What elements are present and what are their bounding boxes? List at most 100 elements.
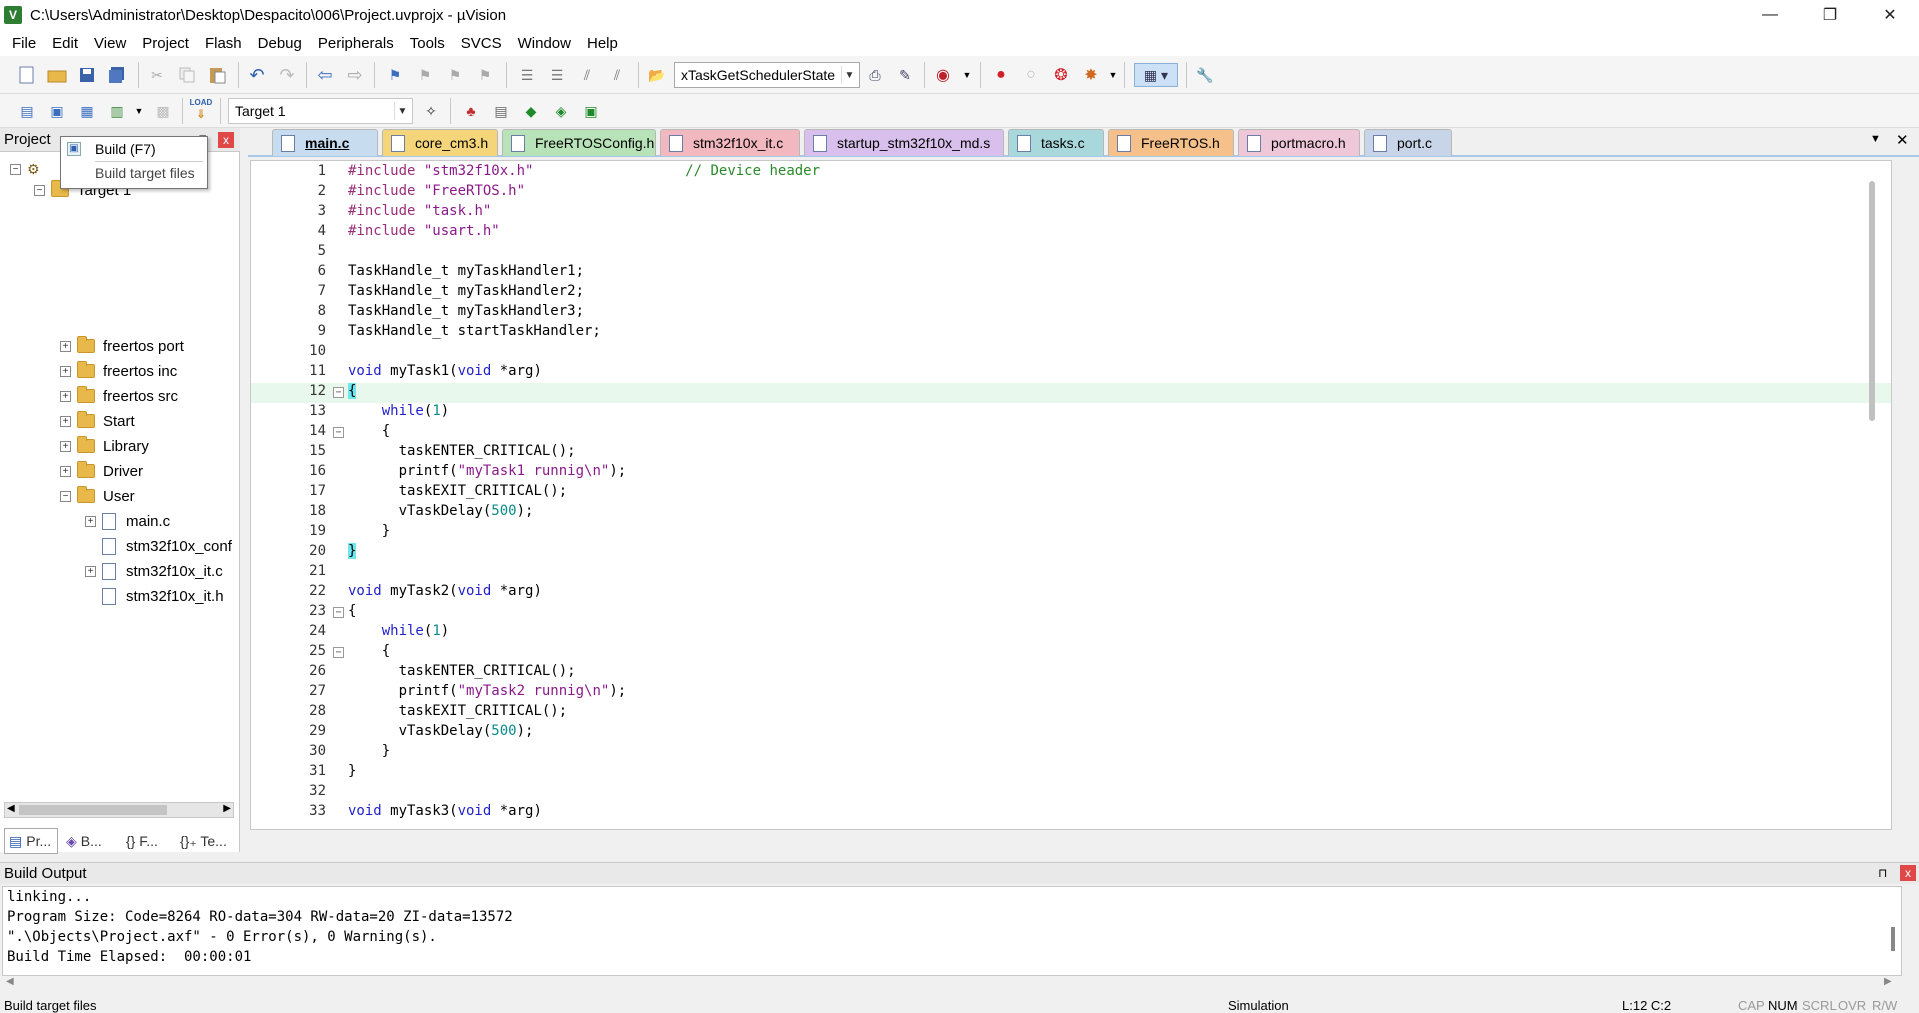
tab-port-c[interactable]: port.c: [1364, 129, 1452, 156]
expand-icon[interactable]: +: [60, 390, 71, 402]
open-folder-icon[interactable]: [46, 64, 68, 86]
tree-group-freertos-inc[interactable]: + freertos inc: [60, 360, 177, 382]
clear-bookmarks-icon[interactable]: ⚑: [474, 64, 496, 86]
previous-bookmark-icon[interactable]: ⚑: [414, 64, 436, 86]
chevron-down-icon[interactable]: ▼: [841, 66, 857, 84]
copy-icon[interactable]: [176, 64, 198, 86]
maximize-button[interactable]: ❐: [1800, 0, 1860, 30]
window-layout-icon[interactable]: ▦ ▾: [1134, 63, 1178, 87]
close-button[interactable]: ✕: [1860, 0, 1919, 30]
menu-file[interactable]: File: [4, 35, 44, 52]
tab-stm32f10x-it-c[interactable]: stm32f10x_it.c: [660, 129, 800, 156]
tab-project[interactable]: ▤ Pr...: [4, 828, 58, 854]
target-combo[interactable]: Target 1 ▼: [228, 98, 413, 124]
tree-file-main-c[interactable]: + main.c: [85, 510, 170, 532]
expand-icon[interactable]: +: [60, 465, 71, 477]
save-all-icon[interactable]: [106, 64, 128, 86]
menu-project[interactable]: Project: [134, 35, 197, 52]
close-icon[interactable]: x: [218, 132, 234, 148]
chevron-down-icon[interactable]: ▼: [394, 102, 410, 120]
menu-debug[interactable]: Debug: [250, 35, 310, 52]
insert-bookmark-icon[interactable]: ⚑: [384, 64, 406, 86]
tree-root-row[interactable]: − ⚙: [10, 158, 40, 180]
fold-collapse-icon[interactable]: −: [333, 427, 344, 438]
tab-functions[interactable]: {} F...: [122, 828, 176, 854]
menu-help[interactable]: Help: [579, 35, 626, 52]
scroll-right-icon[interactable]: ▶: [1884, 976, 1892, 987]
incremental-find-icon[interactable]: ✎: [894, 64, 916, 86]
menu-edit[interactable]: Edit: [44, 35, 86, 52]
tree-file-stm32f10x-it-c[interactable]: + stm32f10x_it.c: [85, 560, 223, 582]
disable-breakpoints-icon[interactable]: ❂: [1050, 64, 1072, 86]
uncomment-icon[interactable]: ⫽: [606, 64, 628, 86]
tab-books[interactable]: ◈ B...: [62, 828, 116, 854]
manage-project-items-icon[interactable]: ♣: [460, 100, 482, 122]
new-file-icon[interactable]: [16, 64, 38, 86]
tab-freertosconfig-h[interactable]: FreeRTOSConfig.h: [502, 129, 656, 156]
expand-icon[interactable]: +: [60, 365, 71, 377]
cut-icon[interactable]: ✂: [146, 64, 168, 86]
download-load-icon[interactable]: LOAD ⇓: [190, 98, 213, 121]
tab-templates[interactable]: {}₊ Te...: [176, 828, 238, 854]
undo-icon[interactable]: ↶: [246, 64, 268, 86]
expand-icon[interactable]: +: [85, 565, 96, 577]
tab-tasks-c[interactable]: tasks.c: [1008, 129, 1104, 156]
tab-freertos-h[interactable]: FreeRTOS.h: [1108, 129, 1234, 156]
pack-installer-icon[interactable]: ▣: [580, 100, 602, 122]
tree-group-user[interactable]: − User: [60, 485, 135, 507]
rebuild-icon[interactable]: ▦: [76, 100, 98, 122]
fold-collapse-icon[interactable]: −: [333, 387, 344, 398]
tab-main-c[interactable]: main.c: [272, 129, 378, 156]
translate-icon[interactable]: ▤: [16, 100, 38, 122]
tab-list-dropdown-icon[interactable]: ▼: [1870, 133, 1881, 145]
menu-flash[interactable]: Flash: [197, 35, 250, 52]
function-combo[interactable]: xTaskGetSchedulerState ▼: [674, 62, 860, 88]
tree-group-driver[interactable]: + Driver: [60, 460, 143, 482]
vertical-scrollbar-thumb[interactable]: [1869, 181, 1875, 421]
collapse-icon[interactable]: −: [34, 184, 45, 196]
find-icon[interactable]: ⎙: [864, 64, 886, 86]
paste-icon[interactable]: [206, 64, 228, 86]
fold-collapse-icon[interactable]: −: [333, 607, 344, 618]
scroll-left-icon[interactable]: ◀: [6, 976, 14, 987]
tree-group-freertos-src[interactable]: + freertos src: [60, 385, 178, 407]
tab-startup-stm32f10x-md-s[interactable]: startup_stm32f10x_md.s: [804, 129, 1004, 156]
menu-svcs[interactable]: SVCS: [453, 35, 510, 52]
unindent-icon[interactable]: ☰: [546, 64, 568, 86]
expand-icon[interactable]: +: [60, 440, 71, 452]
tree-file-stm32f10x-conf[interactable]: stm32f10x_conf: [102, 535, 232, 557]
collapse-icon[interactable]: −: [60, 490, 71, 502]
expand-icon[interactable]: +: [60, 415, 71, 427]
navigate-back-icon[interactable]: ⇦: [314, 64, 336, 86]
next-bookmark-icon[interactable]: ⚑: [444, 64, 466, 86]
kill-breakpoints-icon[interactable]: ✸: [1080, 64, 1102, 86]
tree-file-stm32f10x-it-h[interactable]: stm32f10x_it.h: [102, 585, 224, 607]
configure-wrench-icon[interactable]: 🔧: [1194, 64, 1216, 86]
enable-breakpoint-icon[interactable]: ○: [1020, 64, 1042, 86]
find-in-files-icon[interactable]: 📂: [646, 64, 668, 86]
tree-group-freertos-port[interactable]: + freertos port: [60, 335, 184, 357]
tree-group-library[interactable]: + Library: [60, 435, 149, 457]
menu-window[interactable]: Window: [510, 35, 579, 52]
manage-run-time-icon[interactable]: ◆: [520, 100, 542, 122]
debug-session-icon[interactable]: ◉: [932, 64, 954, 86]
horizontal-scrollbar[interactable]: ◀ ▶: [4, 802, 234, 818]
fold-collapse-icon[interactable]: −: [333, 647, 344, 658]
menu-view[interactable]: View: [86, 35, 134, 52]
redo-icon[interactable]: ↷: [276, 64, 298, 86]
insert-breakpoint-icon[interactable]: ●: [990, 64, 1012, 86]
tree-group-start[interactable]: + Start: [60, 410, 135, 432]
scroll-left-icon[interactable]: ◀: [7, 803, 15, 814]
save-icon[interactable]: [76, 64, 98, 86]
manage-multi-project-icon[interactable]: ▤: [490, 100, 512, 122]
select-packs-icon[interactable]: ◈: [550, 100, 572, 122]
stop-build-icon[interactable]: ▩: [152, 100, 174, 122]
scrollbar-thumb[interactable]: [19, 805, 167, 815]
pin-icon[interactable]: ⊓: [1878, 866, 1887, 880]
expand-icon[interactable]: +: [85, 515, 96, 527]
build-output-panel[interactable]: linking... Program Size: Code=8264 RO-da…: [2, 886, 1902, 976]
collapse-icon[interactable]: −: [10, 163, 21, 175]
navigate-forward-icon[interactable]: ⇨: [344, 64, 366, 86]
target-options-icon[interactable]: ✧: [420, 100, 442, 122]
comment-icon[interactable]: ⫽: [576, 64, 598, 86]
